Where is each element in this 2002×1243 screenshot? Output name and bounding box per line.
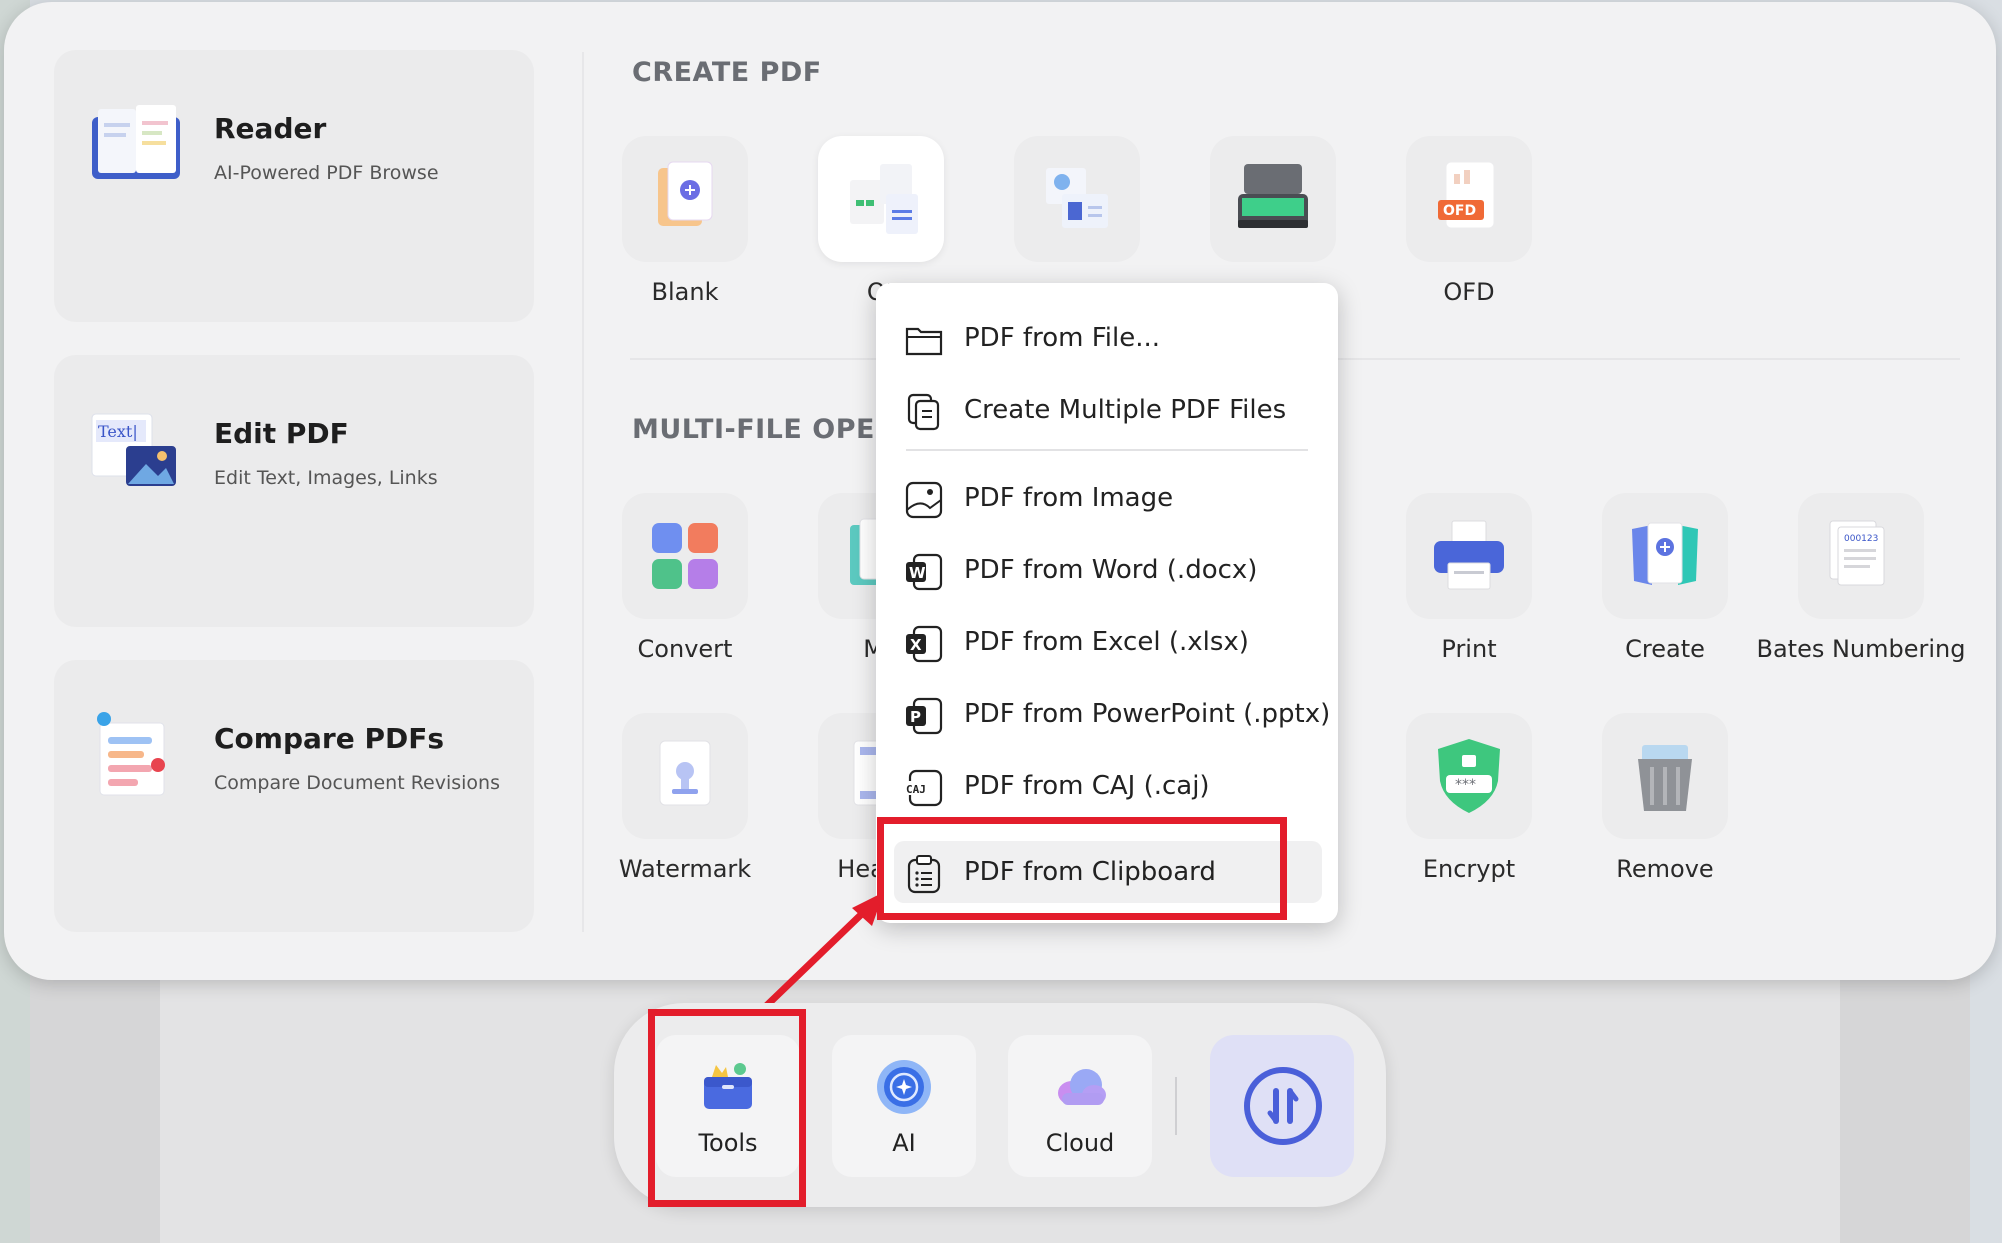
reader-book-icon	[92, 105, 180, 179]
compare-pdfs-subtitle: Compare Document Revisions	[214, 772, 501, 794]
caj-icon: CAJ	[905, 769, 943, 807]
compare-pdfs-card[interactable]: Compare PDFs Compare Document Revisions	[54, 660, 534, 932]
watermark-icon	[659, 740, 711, 806]
annotation-arrow	[760, 892, 884, 1013]
excel-icon: X	[906, 625, 943, 663]
ai-assistant-icon	[877, 1060, 931, 1114]
tool-convert[interactable]: Convert	[580, 493, 780, 663]
svg-text:X: X	[910, 636, 922, 654]
edit-pdf-card[interactable]: Text| Edit PDF Edit Text, Images, Links	[54, 355, 534, 627]
tool-ofd-label: OFD	[1443, 278, 1495, 306]
tool-remove[interactable]: Remove	[1560, 713, 1760, 883]
word-icon: W	[906, 553, 943, 591]
menu-item-label: PDF from CAJ (.caj)	[964, 771, 1210, 801]
tool-create[interactable]: Create	[1560, 493, 1760, 663]
compare-pdfs-title: Compare PDFs	[214, 722, 445, 755]
dock-cloud-button[interactable]: Cloud	[1008, 1035, 1152, 1177]
dock-convert-button[interactable]	[1210, 1035, 1354, 1177]
menu-item-label: PDF from Excel (.xlsx)	[964, 627, 1249, 657]
dock-separator	[1175, 1077, 1177, 1135]
folder-icon	[905, 327, 943, 356]
bates-numbering-icon: 000123	[1829, 520, 1885, 586]
trash-icon	[1638, 745, 1692, 811]
menu-separator	[906, 449, 1308, 451]
menu-item-pdf-from-excel[interactable]: X PDF from Excel (.xlsx)	[876, 611, 1338, 673]
other-files-icon	[850, 164, 918, 234]
convert-icon	[652, 523, 718, 589]
menu-item-create-multiple[interactable]: Create Multiple PDF Files	[876, 379, 1338, 441]
scanner-icon	[1238, 164, 1308, 228]
svg-text:P: P	[910, 708, 921, 726]
menu-item-label: PDF from Image	[964, 483, 1174, 513]
menu-item-label: PDF from Word (.docx)	[964, 555, 1258, 585]
tool-watermark[interactable]: Watermark	[580, 713, 780, 883]
menu-item-label: PDF from PowerPoint (.pptx)	[964, 699, 1331, 729]
tool-scanner[interactable]	[1168, 136, 1368, 306]
ofd-icon: OFD	[1438, 161, 1495, 229]
svg-text:OFD: OFD	[1443, 203, 1476, 219]
tool-print[interactable]: Print	[1364, 493, 1564, 663]
menu-item-pdf-from-file[interactable]: PDF from File...	[876, 307, 1338, 369]
printer-icon	[1434, 520, 1504, 590]
sync-convert-icon	[1244, 1067, 1322, 1145]
svg-text:CAJ: CAJ	[906, 783, 926, 796]
dock-ai-button[interactable]: AI	[832, 1035, 976, 1177]
dock-ai-label: AI	[892, 1129, 916, 1157]
encrypt-shield-icon: ***	[1438, 739, 1500, 813]
powerpoint-icon: P	[906, 697, 943, 735]
tool-ofd[interactable]: OFD OFD	[1364, 136, 1564, 306]
menu-item-pdf-from-powerpoint[interactable]: P PDF from PowerPoint (.pptx)	[876, 683, 1338, 745]
svg-text:000123: 000123	[1844, 534, 1878, 544]
image-to-pdf-icon	[1046, 168, 1108, 228]
tool-blank[interactable]: Blank	[580, 136, 780, 306]
reader-card[interactable]: Reader AI-Powered PDF Browse	[54, 50, 534, 322]
menu-item-label: Create Multiple PDF Files	[964, 395, 1287, 425]
tool-encrypt[interactable]: *** Encrypt	[1364, 713, 1564, 883]
multiple-files-icon	[907, 393, 940, 431]
edit-pdf-title: Edit PDF	[214, 417, 349, 450]
svg-text:Text|: Text|	[98, 422, 138, 441]
edit-pdf-icon: Text|	[91, 413, 176, 486]
reader-title: Reader	[214, 112, 327, 145]
reader-subtitle: AI-Powered PDF Browse	[214, 162, 439, 184]
highlight-box-clipboard	[877, 817, 1287, 920]
edit-pdf-subtitle: Edit Text, Images, Links	[214, 467, 438, 489]
dock-cloud-label: Cloud	[1045, 1129, 1115, 1157]
tool-other-files[interactable]: Ot	[776, 136, 976, 306]
create-pdf-heading: CREATE PDF	[632, 57, 822, 88]
svg-text:***: ***	[1455, 777, 1476, 793]
menu-item-pdf-from-caj[interactable]: CAJ PDF from CAJ (.caj)	[876, 755, 1338, 817]
tool-image-to-pdf[interactable]	[972, 136, 1172, 306]
highlight-box-tools	[648, 1009, 806, 1207]
tool-bates-numbering[interactable]: 000123 Bates Numbering	[1756, 493, 1966, 663]
menu-item-label: PDF from File...	[964, 323, 1160, 353]
menu-item-pdf-from-word[interactable]: W PDF from Word (.docx)	[876, 539, 1338, 601]
cloud-icon	[1058, 1069, 1106, 1105]
tool-remove-label: Remove	[1616, 855, 1714, 883]
compare-pdfs-icon	[97, 712, 165, 796]
create-icon	[1632, 522, 1698, 585]
tool-bates-numbering-label: Bates Numbering	[1756, 635, 1966, 663]
svg-text:W: W	[909, 564, 926, 582]
blank-pdf-icon	[658, 161, 713, 226]
menu-item-pdf-from-image[interactable]: PDF from Image	[876, 467, 1338, 529]
image-icon	[905, 481, 943, 519]
